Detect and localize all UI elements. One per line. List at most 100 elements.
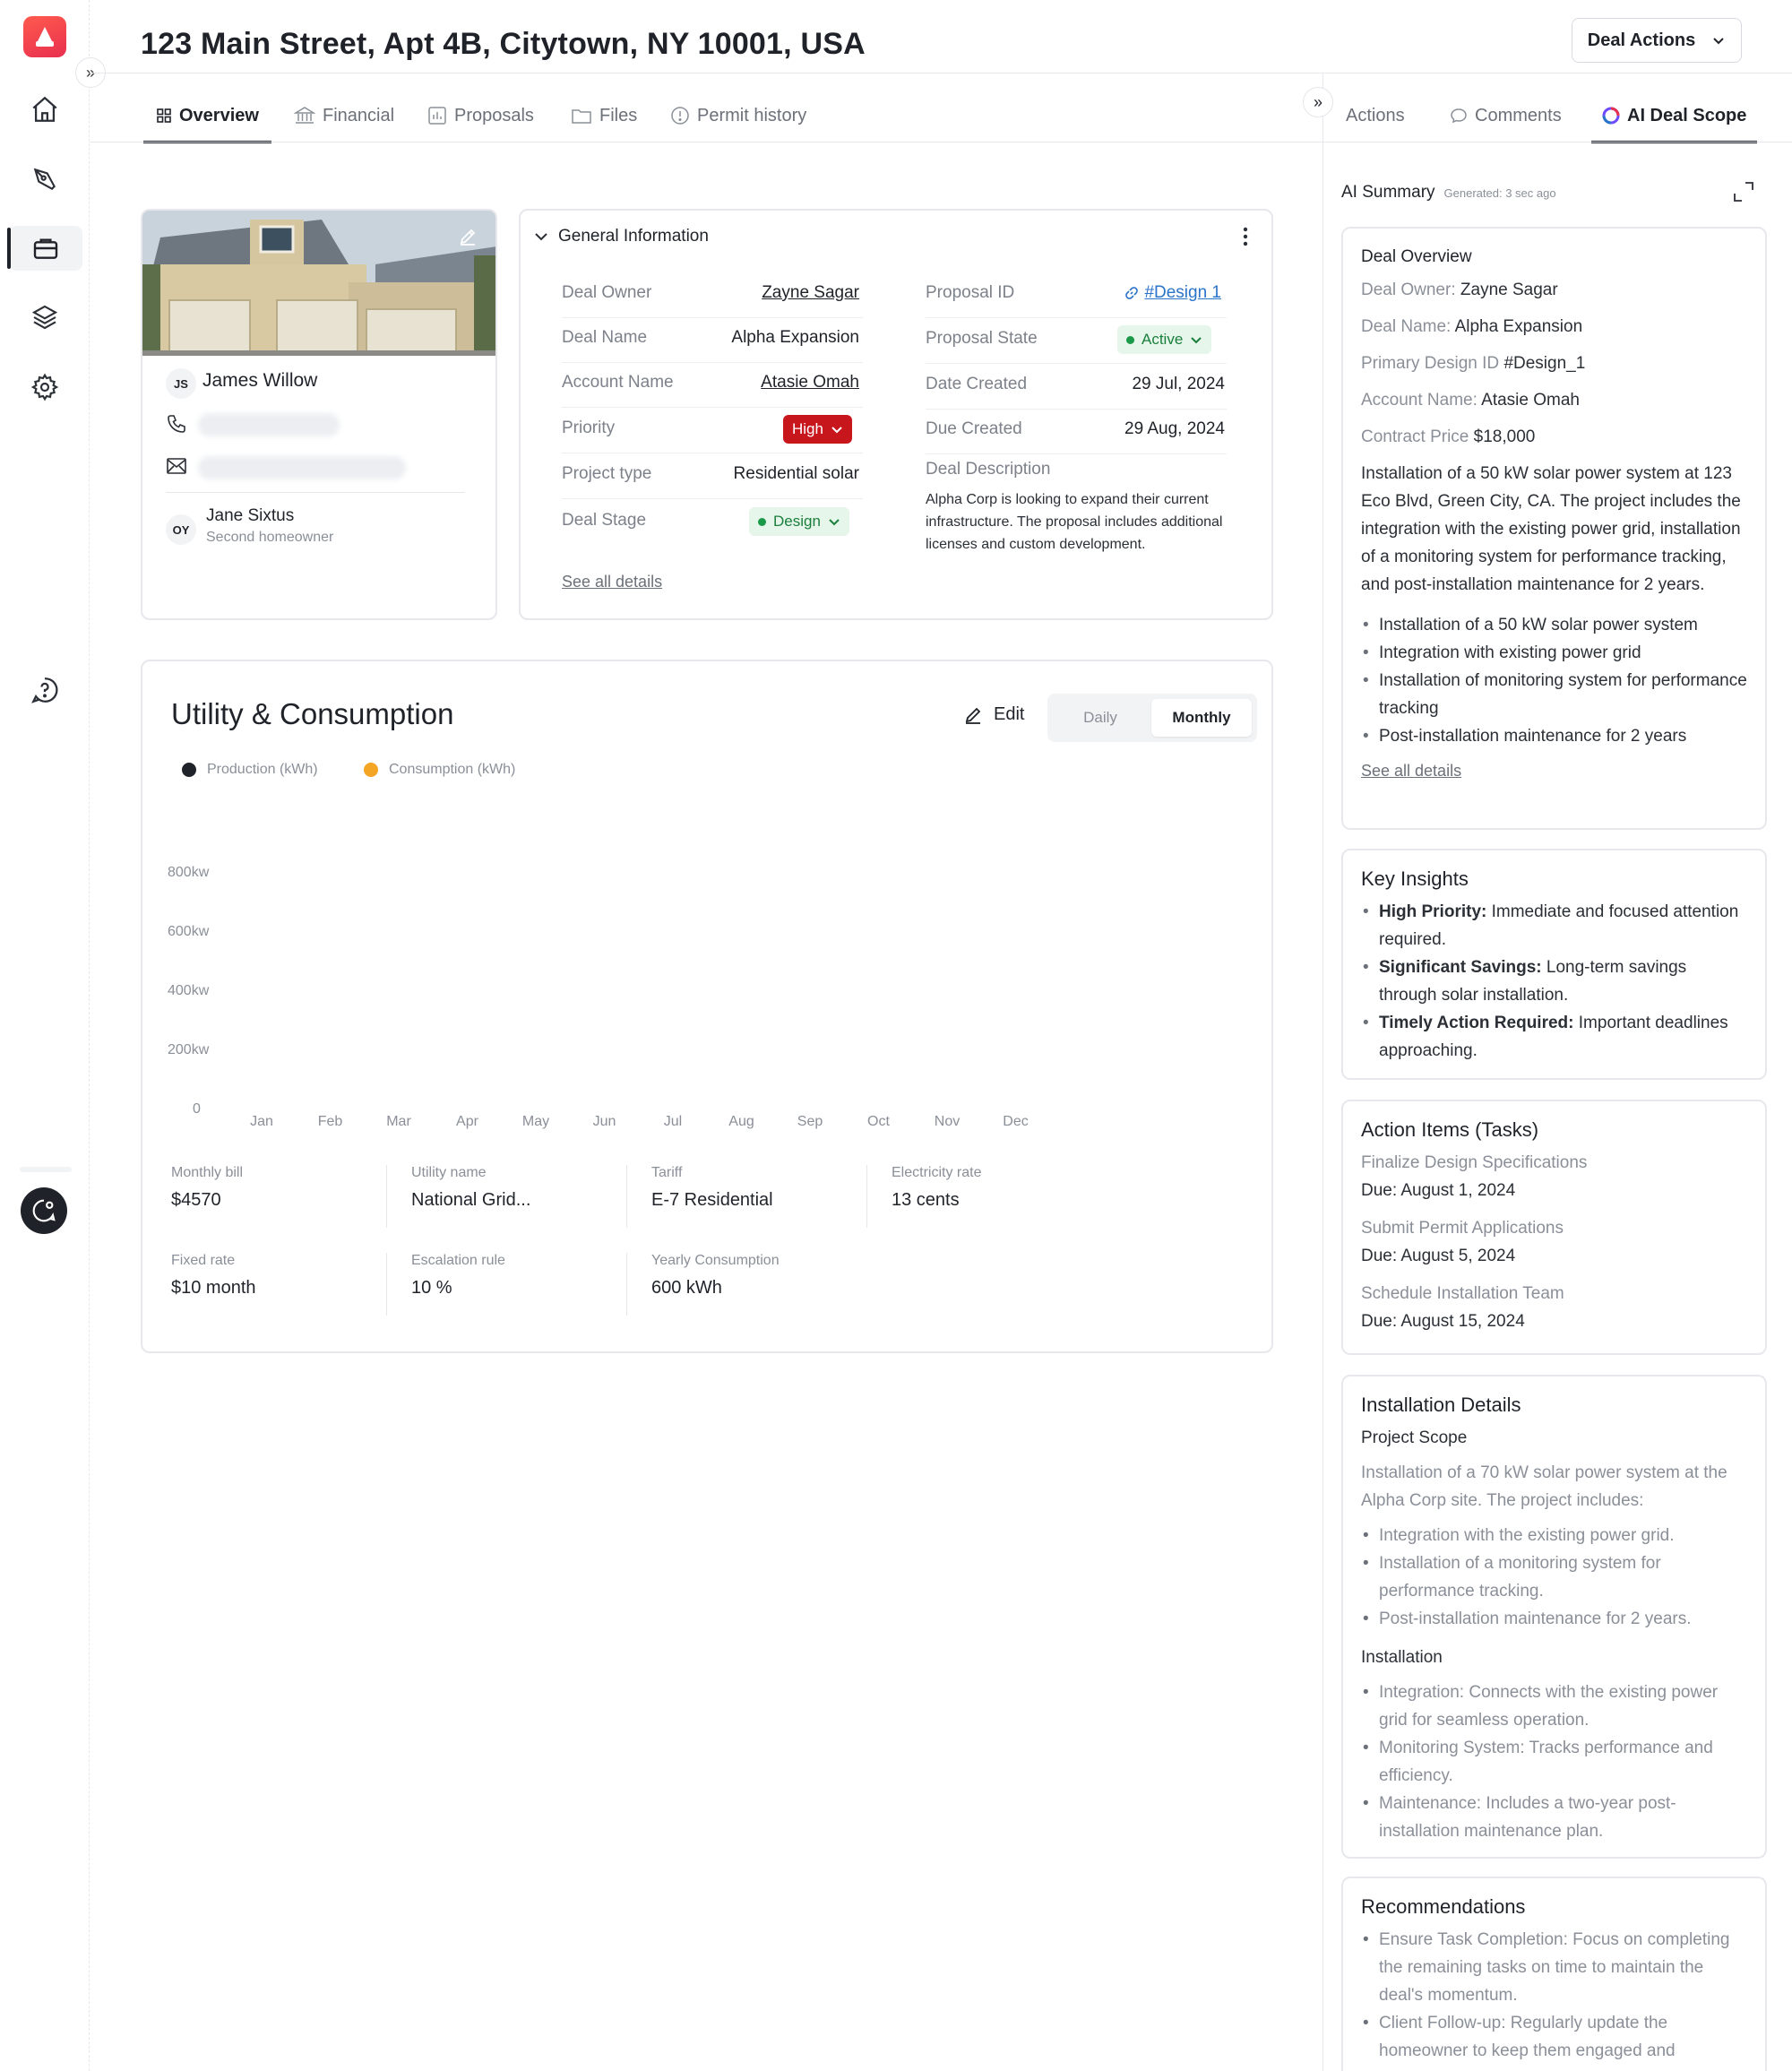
deal-actions-button[interactable]: Deal Actions [1572, 18, 1742, 63]
row-divider [926, 363, 1227, 364]
see-all-details-link[interactable]: See all details [562, 573, 662, 591]
monthly-bill-value: $4570 [171, 1190, 221, 1210]
tab-comments[interactable]: Comments [1450, 93, 1562, 138]
date-created-value: 29 Jul, 2024 [1132, 375, 1225, 393]
layers-icon[interactable] [25, 298, 65, 337]
list-item: Post-installation maintenance for 2 year… [1363, 1605, 1747, 1633]
account-name-link[interactable]: Atasie Omah [761, 373, 859, 393]
see-all-details-link[interactable]: See all details [1361, 757, 1747, 785]
legend-label: Production (kWh) [207, 762, 318, 777]
row-divider [562, 498, 863, 499]
subsection-title: Project Scope [1361, 1428, 1468, 1447]
deal-overview-card: Deal Overview Deal Owner: Zayne Sagar De… [1341, 227, 1767, 830]
email-icon [166, 456, 187, 476]
briefcase-icon[interactable] [7, 226, 82, 271]
tab-proposals[interactable]: Proposals [415, 93, 547, 138]
legend-item-consumption: Consumption (kWh) [364, 762, 515, 778]
field-value: Alpha Expansion [1454, 317, 1583, 336]
x-tick-label: Jul [664, 1114, 682, 1129]
monthly-toggle[interactable]: Monthly [1151, 699, 1252, 737]
bank-icon [294, 107, 315, 124]
app-logo[interactable] [23, 16, 66, 57]
contact-card: JS James Willow OY Jane Sixtus Second ho… [141, 209, 497, 620]
tab-files[interactable]: Files [558, 93, 650, 138]
electricity-rate-label: Electricity rate [892, 1165, 982, 1180]
fixed-rate-label: Fixed rate [171, 1253, 236, 1268]
task-name: Finalize Design Specifications [1361, 1153, 1588, 1172]
electricity-rate-value: 13 cents [892, 1190, 960, 1210]
row-divider [562, 407, 863, 408]
field-value: Atasie Omah [1481, 391, 1580, 410]
help-icon[interactable] [25, 670, 65, 710]
tab-actions[interactable]: Actions [1346, 93, 1405, 138]
deal-description-label: Deal Description [926, 460, 1051, 479]
phone-icon [166, 413, 187, 435]
tab-permit-history[interactable]: Permit history [658, 93, 819, 138]
more-options-icon[interactable] [1232, 223, 1259, 250]
edit-photo-icon[interactable] [454, 223, 481, 250]
due-created-label: Due Created [926, 419, 1022, 438]
tab-ai-deal-scope[interactable]: AI Deal Scope [1591, 93, 1758, 143]
proposal-id-link[interactable]: #Design 1 [1124, 283, 1221, 303]
proposal-state-dropdown[interactable]: Active [1117, 325, 1212, 354]
info-icon [671, 107, 689, 125]
tariff-value: E-7 Residential [651, 1190, 773, 1210]
property-photo [142, 211, 495, 356]
list-item: Integration: Connects with the existing … [1363, 1678, 1747, 1734]
priority-value: High [792, 420, 823, 437]
card-title: Deal Overview [1361, 247, 1472, 266]
list-item: Installation of monitoring system for pe… [1363, 667, 1747, 722]
deal-name-value: Alpha Expansion [731, 328, 859, 347]
expand-icon[interactable] [1731, 179, 1756, 204]
collapse-right-panel-button[interactable]: » [1303, 87, 1333, 117]
meta-divider [386, 1253, 387, 1316]
field-label: Account Name: [1361, 391, 1478, 410]
chevron-down-icon [831, 427, 842, 434]
tab-overview[interactable]: Overview [143, 93, 271, 143]
deal-owner-link[interactable]: Zayne Sagar [762, 283, 859, 303]
proposal-id-value: #Design 1 [1144, 283, 1221, 302]
list-item: Significant Savings: Long-term savings t… [1363, 954, 1747, 1009]
meta-divider [626, 1165, 627, 1228]
phone-value-redacted [198, 413, 340, 436]
field-label: Contract Price [1361, 427, 1469, 446]
x-tick-label: Jun [593, 1114, 616, 1129]
ai-icon [1602, 107, 1620, 125]
daily-toggle[interactable]: Daily [1053, 699, 1148, 737]
escalation-rule-label: Escalation rule [411, 1253, 505, 1268]
list-item: Post-installation maintenance for 2 year… [1363, 722, 1747, 750]
rtab-label: Comments [1475, 105, 1562, 125]
period-toggle: Daily Monthly [1047, 694, 1257, 742]
deal-stage-dropdown[interactable]: Design [749, 507, 849, 536]
card-title: Action Items (Tasks) [1361, 1118, 1539, 1141]
yearly-consumption-label: Yearly Consumption [651, 1253, 780, 1268]
priority-dropdown[interactable]: High [783, 415, 852, 444]
home-icon[interactable] [25, 90, 65, 129]
installation-details-card: Installation Details Project Scope Insta… [1341, 1375, 1767, 1859]
pencil-icon [965, 707, 981, 724]
utility-consumption-card: Utility & Consumption Edit Daily Monthly… [141, 660, 1273, 1353]
pen-tool-icon[interactable] [25, 160, 65, 199]
settings-gear-icon[interactable] [25, 367, 65, 407]
deal-stage-label: Deal Stage [562, 511, 647, 530]
y-tick-label: 600kw [168, 924, 210, 939]
section-title: Utility & Consumption [171, 697, 454, 730]
tab-financial[interactable]: Financial [281, 93, 407, 138]
deal-description-text: Alpha Corp is looking to expand their cu… [926, 492, 1223, 552]
x-tick-label: Sep [797, 1114, 823, 1129]
card-title: Key Insights [1361, 867, 1469, 890]
consumption-chart: 800kw 600kw 400kw 200kw 0 Jan Feb Mar Apr May Jun J… [168, 865, 1029, 1129]
insight-bold: High Priority: [1379, 902, 1487, 921]
collapse-section-button[interactable]: General Information [533, 227, 709, 246]
field-value: Zayne Sagar [1460, 280, 1558, 299]
tab-label: Permit history [697, 105, 807, 125]
proposal-state-label: Proposal State [926, 329, 1038, 348]
deal-owner-label: Deal Owner [562, 283, 652, 302]
avatar: OY [166, 514, 196, 545]
task-name: Submit Permit Applications [1361, 1219, 1564, 1238]
edit-button[interactable]: Edit [963, 704, 1024, 725]
x-tick-label: Mar [386, 1114, 411, 1129]
contact-divider [166, 492, 465, 493]
chat-support-icon[interactable] [21, 1187, 67, 1234]
list-item: Monitoring System: Tracks performance an… [1363, 1734, 1747, 1790]
